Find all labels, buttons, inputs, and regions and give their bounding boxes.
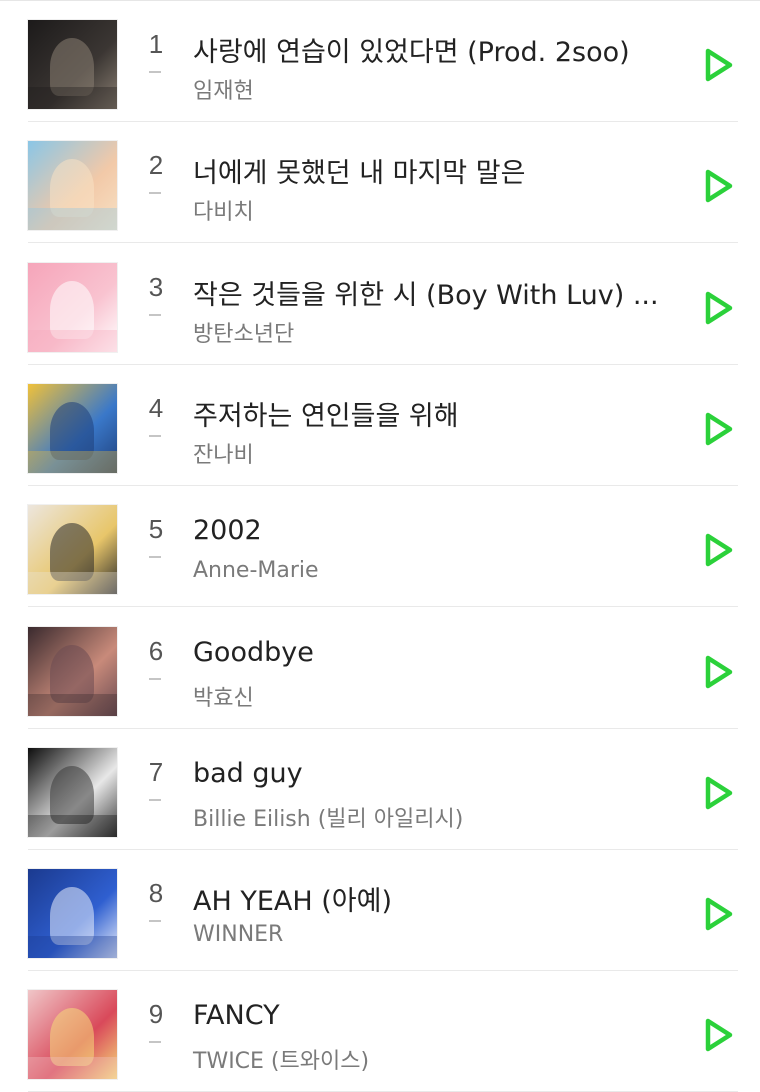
- rank-number: 4: [148, 392, 164, 423]
- rank-number: 5: [148, 514, 164, 545]
- album-cover-image[interactable]: [28, 626, 117, 716]
- rank-change-dash: [149, 192, 161, 195]
- rank-number: 1: [148, 29, 164, 59]
- artist-name[interactable]: 임재현: [193, 73, 663, 105]
- artist-name[interactable]: WINNER: [193, 922, 663, 947]
- artist-name[interactable]: 잔나비: [193, 437, 663, 469]
- song-row[interactable]: 8 AH YEAH (아예) WINNER: [0, 850, 760, 972]
- rank-number: 2: [148, 150, 164, 181]
- song-row[interactable]: 5 2002 Anne-Marie: [0, 486, 760, 608]
- song-row[interactable]: 9 FANCY TWICE (트와이스): [0, 971, 760, 1092]
- song-title[interactable]: 주저하는 연인들을 위해: [193, 394, 663, 433]
- artist-name[interactable]: TWICE (트와이스): [193, 1043, 663, 1075]
- rank-change-dash: [149, 313, 161, 316]
- rank-number: 3: [148, 271, 164, 302]
- play-icon[interactable]: [700, 166, 736, 206]
- rank-change-dash: [149, 920, 161, 923]
- rank-number: 8: [148, 878, 164, 909]
- album-cover-image[interactable]: [28, 869, 117, 959]
- rank-change-dash: [149, 798, 161, 801]
- artist-name[interactable]: Anne-Marie: [193, 558, 663, 583]
- rank-number: 9: [148, 999, 164, 1030]
- rank-change-dash: [149, 1041, 161, 1044]
- rank-number: 6: [148, 635, 164, 666]
- album-cover-image[interactable]: [28, 747, 117, 837]
- album-cover-image[interactable]: [28, 990, 117, 1080]
- play-icon[interactable]: [700, 894, 736, 934]
- artist-name[interactable]: 박효신: [193, 680, 663, 712]
- album-cover-image[interactable]: [28, 141, 117, 231]
- rank-change-dash: [149, 677, 161, 680]
- artist-name[interactable]: Billie Eilish (빌리 아일리시): [193, 801, 663, 833]
- rank-change-dash: [149, 556, 161, 559]
- song-row[interactable]: 6 Goodbye 박효신: [0, 608, 760, 729]
- play-icon[interactable]: [700, 1015, 736, 1055]
- artist-name[interactable]: 방탄소년단: [193, 316, 663, 348]
- play-icon[interactable]: [700, 45, 736, 85]
- song-row[interactable]: 3 작은 것들을 위한 시 (Boy With Luv) ... 방탄소년단: [0, 244, 760, 365]
- song-title[interactable]: 작은 것들을 위한 시 (Boy With Luv) ...: [193, 273, 663, 312]
- song-row[interactable]: 2 너에게 못했던 내 마지막 말은다비치: [0, 122, 760, 244]
- play-icon[interactable]: [700, 288, 736, 328]
- song-title[interactable]: AH YEAH (아예): [193, 879, 663, 918]
- album-cover-image[interactable]: [28, 383, 117, 473]
- song-title[interactable]: FANCY: [193, 1000, 663, 1031]
- song-title[interactable]: bad guy: [193, 758, 663, 789]
- play-icon[interactable]: [700, 773, 736, 813]
- play-icon[interactable]: [700, 409, 736, 449]
- play-icon[interactable]: [700, 652, 736, 692]
- album-cover-image[interactable]: [28, 262, 117, 352]
- song-row[interactable]: 1 사랑에 연습이 있었다면 (Prod. 2soo) 임재현: [0, 1, 760, 122]
- rank-number: 7: [148, 756, 164, 787]
- song-title[interactable]: 2002: [193, 515, 663, 546]
- album-cover-image[interactable]: [28, 505, 117, 595]
- album-cover-image[interactable]: [28, 20, 117, 109]
- song-row[interactable]: 4 주저하는 연인들을 위해잔나비: [0, 365, 760, 486]
- song-list: 1 사랑에 연습이 있었다면 (Prod. 2soo) 임재현 2 너에게 못했던 내 …: [0, 0, 760, 1092]
- artist-name[interactable]: 다비치: [193, 194, 663, 226]
- play-icon[interactable]: [700, 530, 736, 570]
- song-title[interactable]: Goodbye: [193, 637, 663, 668]
- rank-change-dash: [149, 434, 161, 437]
- song-row[interactable]: 7 bad guy Billie Eilish (빌리 아일리시): [0, 729, 760, 850]
- song-title[interactable]: 사랑에 연습이 있었다면 (Prod. 2soo): [193, 30, 663, 69]
- song-title[interactable]: 너에게 못했던 내 마지막 말은: [193, 151, 663, 190]
- rank-change-dash: [149, 71, 161, 73]
